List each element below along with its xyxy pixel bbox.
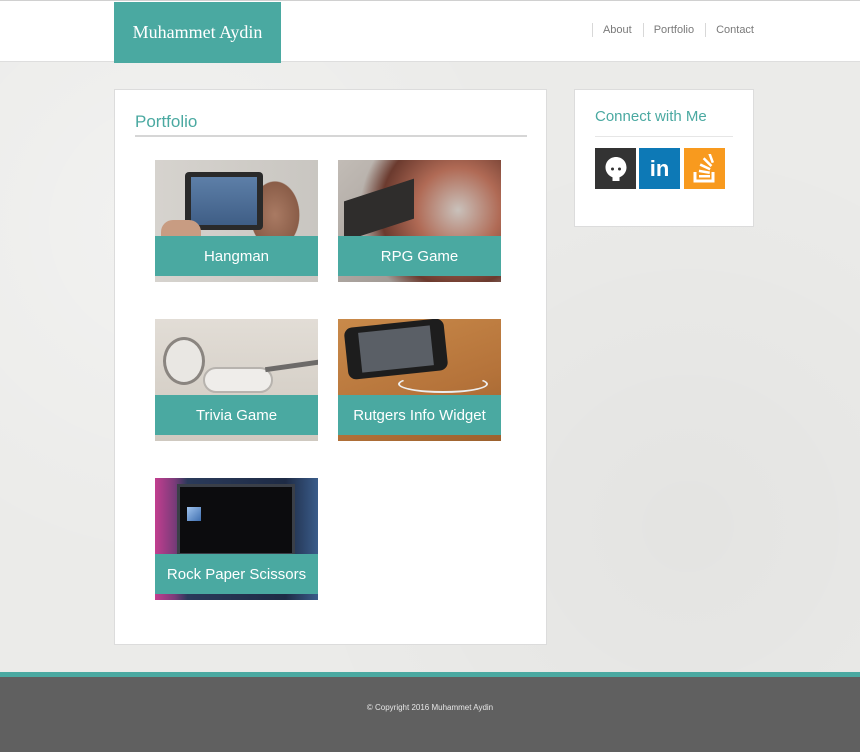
mixer-shape bbox=[344, 178, 414, 242]
portfolio-card: Portfolio Hangman RPG Game Trivia Game R… bbox=[114, 89, 547, 645]
github-octocat-glyph bbox=[605, 156, 626, 181]
stackoverflow-icon[interactable] bbox=[684, 148, 725, 189]
portfolio-item-label[interactable]: Rutgers Info Widget bbox=[338, 395, 501, 435]
portfolio-item-rutgers-info-widget[interactable]: Rutgers Info Widget bbox=[338, 319, 501, 441]
cord-shape bbox=[264, 358, 318, 373]
connect-title: Connect with Me bbox=[595, 108, 733, 137]
linkedin-icon[interactable]: in bbox=[639, 148, 680, 189]
main-nav: About Portfolio Contact bbox=[581, 23, 754, 37]
portfolio-item-label[interactable]: Hangman bbox=[155, 236, 318, 276]
brand-logo[interactable]: Muhammet Aydin bbox=[114, 2, 281, 63]
github-icon[interactable] bbox=[595, 148, 636, 189]
earbud-shape bbox=[203, 367, 273, 393]
portfolio-title: Portfolio bbox=[135, 112, 527, 137]
stackoverflow-glyph bbox=[693, 153, 714, 182]
portfolio-item-trivia-game[interactable]: Trivia Game bbox=[155, 319, 318, 441]
portfolio-item-label[interactable]: RPG Game bbox=[338, 236, 501, 276]
copyright-text: © Copyright 2016 Muhammet Aydin bbox=[366, 703, 494, 712]
earbud-shape bbox=[163, 337, 205, 385]
nav-contact[interactable]: Contact bbox=[705, 23, 754, 37]
portfolio-item-hangman[interactable]: Hangman bbox=[155, 160, 318, 282]
portfolio-item-rock-paper-scissors[interactable]: Rock Paper Scissors bbox=[155, 478, 318, 600]
tv-logo-cube bbox=[187, 507, 201, 521]
tablet-shape bbox=[185, 172, 263, 230]
portfolio-item-rpg-game[interactable]: RPG Game bbox=[338, 160, 501, 282]
linkedin-glyph: in bbox=[649, 155, 670, 181]
earphone-wire-shape bbox=[398, 375, 488, 393]
portfolio-item-label[interactable]: Trivia Game bbox=[155, 395, 318, 435]
connect-card: Connect with Me in bbox=[574, 89, 754, 227]
phone-shape bbox=[343, 319, 449, 381]
portfolio-item-label[interactable]: Rock Paper Scissors bbox=[155, 554, 318, 594]
site-footer: © Copyright 2016 Muhammet Aydin bbox=[0, 677, 860, 752]
nav-portfolio[interactable]: Portfolio bbox=[642, 23, 694, 37]
site-header: Muhammet Aydin About Portfolio Contact bbox=[0, 0, 860, 63]
nav-about[interactable]: About bbox=[591, 23, 632, 37]
